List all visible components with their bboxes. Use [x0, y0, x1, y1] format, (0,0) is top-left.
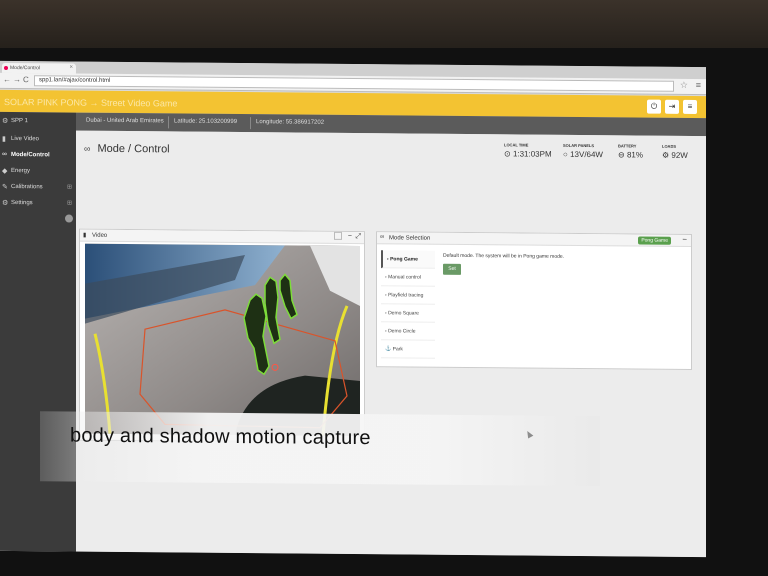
address-input[interactable]: spp1.lan/#ajax/control.html: [34, 75, 674, 92]
fullscreen-icon[interactable]: ⤢: [355, 233, 361, 241]
video-panel-title: Video: [92, 232, 108, 239]
leaf-icon: ◆: [2, 167, 8, 175]
hamburger-menu-icon[interactable]: ≡: [683, 99, 697, 115]
battery-icon: ⊖: [618, 150, 625, 160]
stat-value: 81%: [626, 150, 643, 160]
sun-icon: ○: [563, 149, 568, 159]
stat-solar-panels: SOLAR PANELS ○ 13V/64W: [563, 143, 603, 159]
sidebar-item-mode-control[interactable]: ∞ Mode/Control: [0, 148, 76, 165]
stat-value: 1:31:03PM: [512, 149, 552, 159]
chevron-icon: ⊞: [66, 200, 72, 207]
back-icon[interactable]: ←: [3, 75, 11, 84]
mode-item-manual-control[interactable]: › Manual control: [381, 268, 435, 287]
stat-value: 13V/64W: [570, 149, 603, 160]
power-icon[interactable]: ⏻: [647, 99, 661, 114]
mode-panel-title: Mode Selection: [389, 235, 431, 242]
video-panel-header: ▮ Video − ⤢: [80, 229, 364, 245]
sidebar-collapse-toggle[interactable]: [65, 214, 73, 223]
stat-label: SOLAR PANELS: [563, 142, 595, 149]
sidebar-item-settings[interactable]: ⚙ Settings ⊞: [0, 196, 76, 213]
mode-item-playfield-tracing[interactable]: › Playfield tracing: [381, 286, 435, 305]
device-label: SPP 1: [11, 118, 28, 125]
set-mode-button[interactable]: Set: [443, 263, 461, 275]
sidebar-item-label: Energy: [11, 168, 31, 175]
collapse-icon[interactable]: −: [682, 235, 687, 244]
monitor-screen: Mode/Control × ← → C spp1.lan/#ajax/cont…: [0, 60, 706, 558]
browser-tab[interactable]: Mode/Control ×: [2, 62, 76, 74]
stat-label: LOADS: [662, 143, 676, 149]
minimize-icon[interactable]: −: [348, 233, 352, 240]
sidebar-item-label: Settings: [11, 200, 33, 207]
video-panel: ▮ Video − ⤢: [79, 228, 365, 444]
tab-close-icon[interactable]: ×: [69, 65, 73, 71]
mode-panel-header: ∞ Mode Selection Pong Game −: [377, 232, 691, 247]
mode-item-demo-square[interactable]: › Demo Square: [381, 304, 435, 323]
favicon-icon: [4, 65, 8, 70]
video-icon: ▮: [2, 135, 6, 143]
stat-label: BATTERY: [618, 143, 637, 149]
gamepad-icon: ∞: [2, 150, 7, 158]
location-longitude: Longitude: 55.386917202: [256, 119, 325, 126]
video-scene: [85, 243, 360, 437]
divider: [168, 116, 169, 129]
mode-item-pong-game[interactable]: › Pong Game: [381, 250, 435, 269]
sidebar: ⚙ SPP 1 ▮ Live Video ∞ Mode/Control ◆ En…: [0, 111, 76, 552]
stat-label: LOCAL TIME: [504, 142, 529, 148]
mode-item-park[interactable]: ⚓ Park: [381, 340, 435, 359]
stat-value: 92W: [671, 150, 688, 160]
video-caption: body and shadow motion capture: [70, 424, 371, 450]
browser-menu-icon[interactable]: ≡: [696, 80, 701, 90]
gear-icon: ⚙: [2, 199, 9, 207]
video-icon: ▮: [83, 232, 87, 239]
live-video-feed[interactable]: [85, 243, 360, 437]
sidebar-item-label: Calibrations: [11, 184, 43, 191]
chevron-icon: ⊞: [66, 184, 72, 191]
checkbox[interactable]: [334, 231, 342, 240]
cogs-icon: ⚙: [662, 150, 670, 160]
clock-icon: ⊙: [504, 149, 511, 159]
mode-description: Default mode. The system will be in Pong…: [443, 252, 565, 260]
sidebar-item-label: Mode/Control: [11, 152, 50, 159]
bookmark-star-icon[interactable]: ☆: [680, 80, 688, 91]
app-brand[interactable]: SOLAR PINK PONG → Street Video Game: [4, 97, 177, 109]
mode-selection-panel: ∞ Mode Selection Pong Game − › Pong Game…: [376, 231, 692, 370]
logout-icon[interactable]: ⇥: [665, 99, 679, 114]
location-place: Dubai - United Arab Emirates: [86, 117, 164, 125]
mode-list: › Pong Game › Manual control › Playfield…: [381, 250, 435, 359]
sidebar-item-calibrations[interactable]: ✎ Calibrations ⊞: [0, 180, 76, 197]
gamepad-icon: ∞: [84, 143, 91, 154]
sidebar-device[interactable]: ⚙ SPP 1: [0, 114, 76, 131]
stat-battery: BATTERY ⊖ 81%: [618, 143, 643, 159]
gamepad-icon: ∞: [380, 234, 385, 241]
location-latitude: Latitude: 25.103200999: [174, 118, 238, 125]
page-title: ∞ Mode / Control: [84, 142, 170, 156]
forward-icon[interactable]: →: [13, 75, 21, 84]
mode-item-demo-circle[interactable]: › Demo Circle: [381, 322, 435, 341]
wrench-icon: ✎: [2, 183, 8, 191]
stat-local-time: LOCAL TIME ⊙ 1:31:03PM: [504, 142, 552, 158]
reload-icon[interactable]: C: [23, 75, 29, 84]
main-content: ∞ Mode / Control LOCAL TIME ⊙ 1:31:03PM …: [76, 130, 706, 558]
divider: [250, 117, 251, 130]
current-mode-badge: Pong Game: [638, 236, 671, 245]
tab-title: Mode/Control: [10, 65, 41, 72]
sidebar-item-label: Live Video: [11, 136, 39, 143]
sidebar-item-live-video[interactable]: ▮ Live Video: [0, 132, 76, 149]
sidebar-item-energy[interactable]: ◆ Energy: [0, 164, 76, 181]
device-gear-icon: ⚙: [2, 117, 9, 125]
stat-loads: LOADS ⚙ 92W: [662, 144, 688, 160]
